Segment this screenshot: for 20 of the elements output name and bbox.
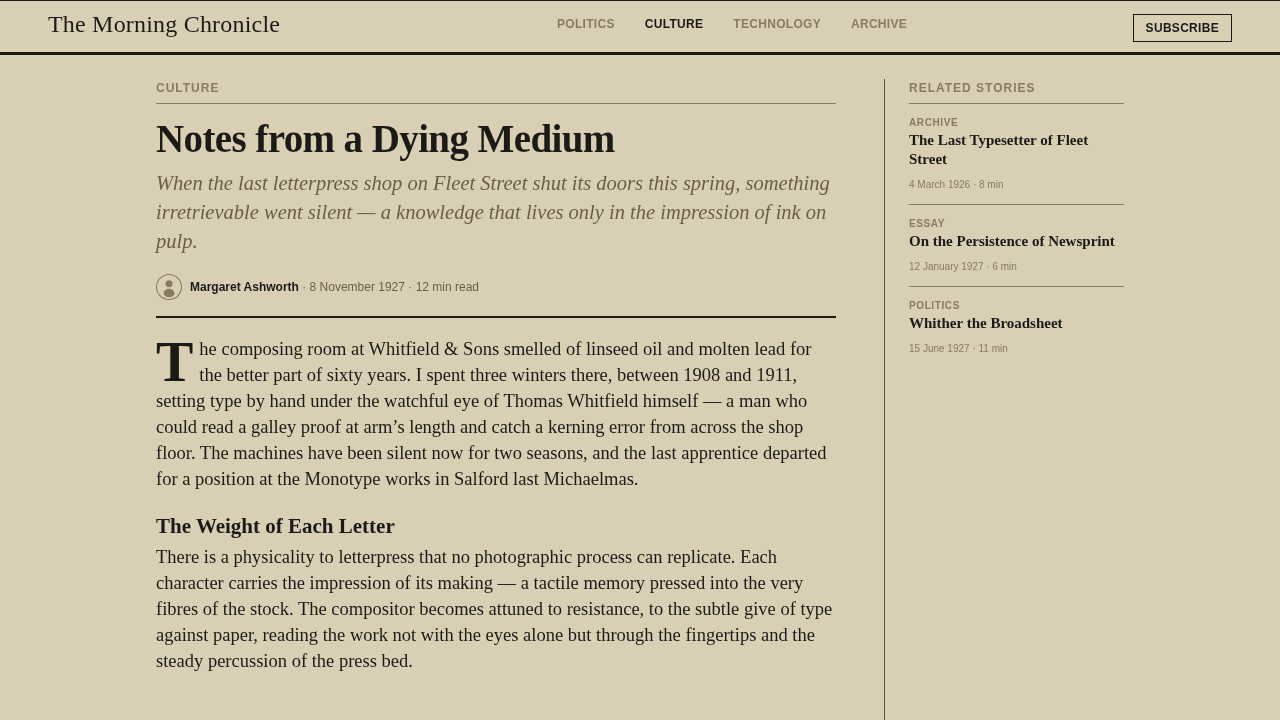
headline: Notes from a Dying Medium: [156, 116, 616, 163]
story-category: ARCHIVE: [909, 117, 960, 128]
story-category: ESSAY: [909, 218, 946, 229]
story-meta: 15 June 1927 · 11 min: [909, 343, 1009, 354]
section-label: CULTURE: [156, 79, 836, 104]
body-paragraph: There is a physicality to letterpress that no photographic process can replicate. Each character carries the impression of its making — a tactile memory pressed into the very fibres of the stock. The compositor becomes attuned to resistance, to the subtle give of type against paper, reading the work not with the eyes alone but through the fingertips and the steady percussion of the press bed.: [156, 545, 834, 673]
story-category: POLITICS: [909, 300, 961, 311]
story-meta: 4 March 1926 · 8 min: [909, 179, 1005, 190]
section-heading: The Weight of Each Letter: [156, 512, 396, 540]
nav-link[interactable]: CULTURE: [644, 17, 704, 31]
standfirst-text: When the last letterpress shop on Fleet Street shut its doors this spring, something irretrievable went silent — a knowledge that lives only in the impression of ink on pulp.: [156, 170, 831, 255]
sidebar-heading: RELATED STORIES: [909, 79, 1124, 104]
avatar-icon: [156, 273, 182, 300]
story-link[interactable]: The Last Typesetter of Fleet Street: [909, 131, 1124, 169]
byline-text: Margaret Ashworth · 8 November 1927 · 12 min read: [190, 279, 479, 294]
story-link[interactable]: Whither the Broadsheet: [909, 314, 1124, 333]
story-meta: 12 January 1927 · 6 min: [909, 261, 1018, 272]
subscribe-button[interactable]: SUBSCRIBE: [1132, 13, 1232, 42]
story-link[interactable]: On the Persistence of Newsprint: [909, 232, 1124, 251]
site-title[interactable]: The Morning Chronicle: [48, 11, 281, 42]
